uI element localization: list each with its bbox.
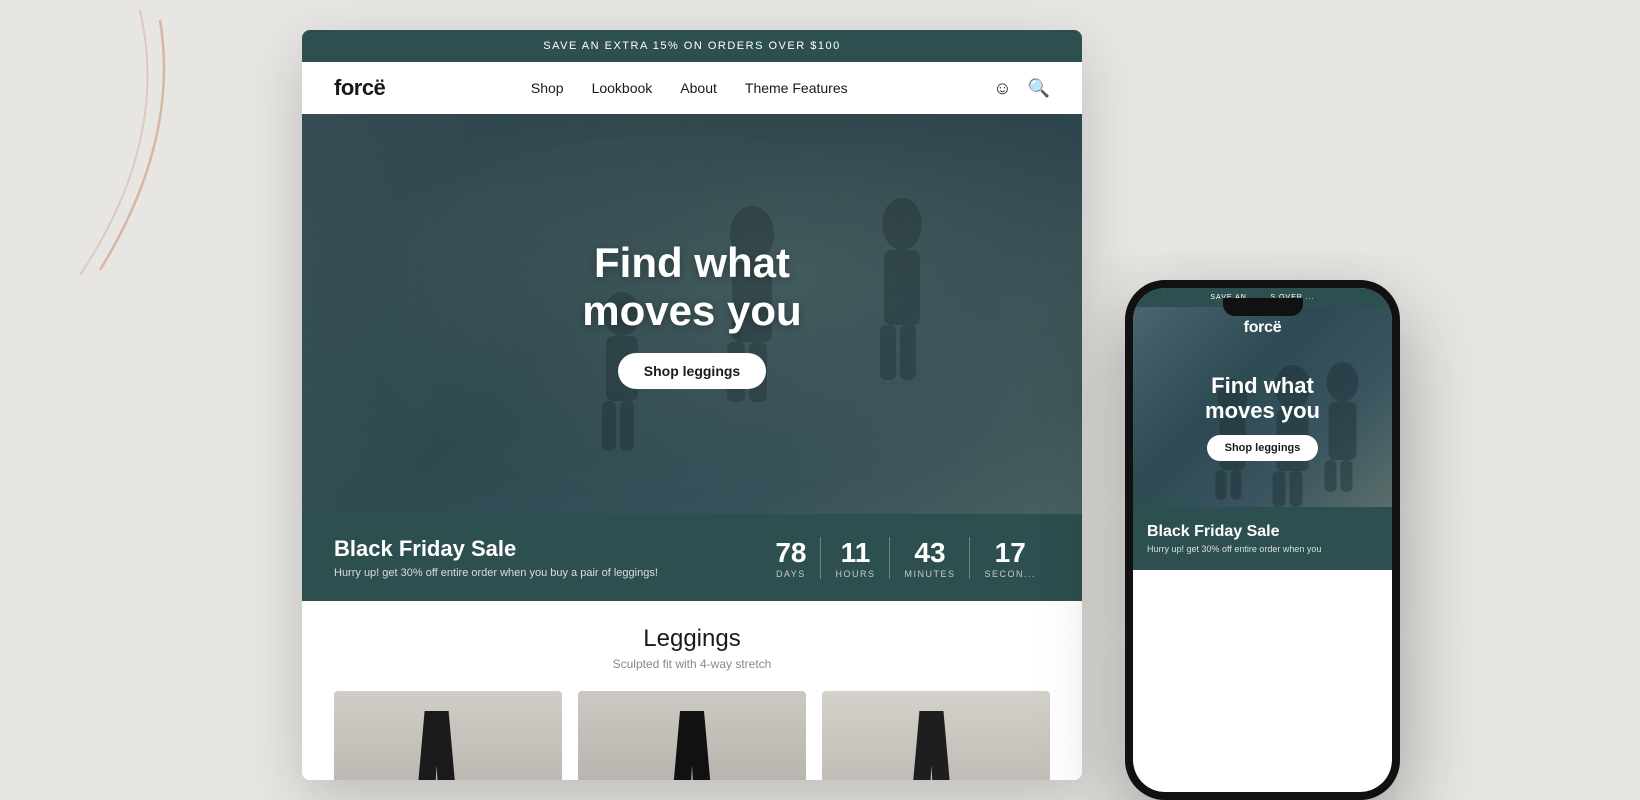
hero-title-line2: moves you <box>582 287 801 334</box>
decorative-arc <box>0 0 180 280</box>
hero-content: Find what moves you Shop leggings <box>582 239 801 390</box>
navigation: forcë Shop Lookbook About Theme Features… <box>302 62 1082 114</box>
nav-theme-features[interactable]: Theme Features <box>745 80 848 96</box>
products-grid <box>334 691 1050 780</box>
phone-hero-content: Find what moves you Shop leggings <box>1205 353 1320 462</box>
nav-links: Shop Lookbook About Theme Features <box>531 80 848 96</box>
account-icon[interactable]: ☺ <box>993 78 1011 99</box>
phone-hero-title: Find what moves you <box>1205 373 1320 424</box>
phone-hero-title-line2: moves you <box>1205 398 1320 423</box>
days-value: 78 <box>775 537 806 569</box>
nav-lookbook[interactable]: Lookbook <box>592 80 653 96</box>
seconds-label: SECON... <box>984 569 1036 579</box>
countdown-timer: 78 DAYS 11 HOURS 43 MINUTES 17 SECON... <box>761 537 1050 579</box>
countdown-days: 78 DAYS <box>761 537 821 579</box>
sale-title: Black Friday Sale <box>334 536 658 562</box>
phone-sale-subtitle: Hurry up! get 30% off entire order when … <box>1147 544 1378 554</box>
phone-notch <box>1223 298 1303 316</box>
countdown-section: Black Friday Sale Hurry up! get 30% off … <box>302 514 1082 601</box>
hero-section: Find what moves you Shop leggings <box>302 114 1082 514</box>
desktop-mockup: SAVE AN EXTRA 15% ON ORDERS OVER $100 fo… <box>302 30 1082 780</box>
search-icon[interactable]: 🔍 <box>1028 78 1050 99</box>
seconds-value: 17 <box>984 537 1036 569</box>
phone-hero: forcë Find what moves you Shop leggings <box>1133 307 1392 507</box>
phone-logo: forcë <box>1244 319 1282 337</box>
products-subtitle: Sculpted fit with 4-way stretch <box>334 657 1050 671</box>
phone-shop-button[interactable]: Shop leggings <box>1207 435 1319 461</box>
product-card-3[interactable] <box>822 691 1050 780</box>
countdown-minutes: 43 MINUTES <box>890 537 970 579</box>
product-card-2[interactable] <box>578 691 806 780</box>
products-section: Leggings Sculpted fit with 4-way stretch <box>302 601 1082 780</box>
nav-icons: ☺ 🔍 <box>993 78 1050 99</box>
announcement-bar: SAVE AN EXTRA 15% ON ORDERS OVER $100 <box>302 30 1082 62</box>
nav-shop[interactable]: Shop <box>531 80 564 96</box>
phone-sale-title: Black Friday Sale <box>1147 523 1378 541</box>
hero-title: Find what moves you <box>582 239 801 336</box>
sale-subtitle: Hurry up! get 30% off entire order when … <box>334 567 658 579</box>
hours-label: HOURS <box>835 569 875 579</box>
shop-leggings-button[interactable]: Shop leggings <box>618 353 766 389</box>
minutes-value: 43 <box>904 537 955 569</box>
minutes-label: MINUTES <box>904 569 955 579</box>
hours-value: 11 <box>835 537 875 569</box>
days-label: DAYS <box>775 569 806 579</box>
nav-about[interactable]: About <box>680 80 717 96</box>
products-title: Leggings <box>334 625 1050 653</box>
announcement-text: SAVE AN EXTRA 15% ON ORDERS OVER $100 <box>543 40 840 52</box>
phone-screen: SAVE AN S OVER ... forcë <box>1133 288 1392 792</box>
phone-mockup: SAVE AN S OVER ... forcë <box>1125 280 1400 800</box>
site-logo[interactable]: forcë <box>334 75 385 101</box>
countdown-hours: 11 HOURS <box>821 537 890 579</box>
countdown-info: Black Friday Sale Hurry up! get 30% off … <box>334 536 658 579</box>
phone-countdown: Black Friday Sale Hurry up! get 30% off … <box>1133 507 1392 570</box>
countdown-seconds: 17 SECON... <box>970 537 1050 579</box>
product-card-1[interactable] <box>334 691 562 780</box>
